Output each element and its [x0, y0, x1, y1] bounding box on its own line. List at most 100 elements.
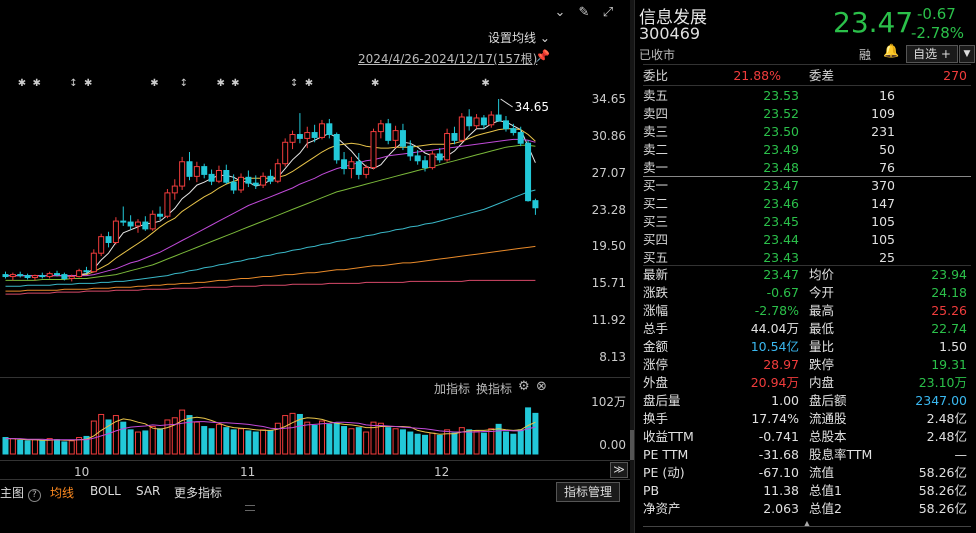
level-volume: 105 — [871, 232, 895, 247]
high-annotation-arrow — [500, 98, 513, 108]
level-volume: 76 — [879, 160, 895, 175]
candlestick-chart[interactable]: 34.65 ✱ ✱ ↕ ✱ ✱ ↕ ✱ ✱ ↕ ✱ ✱ ✱ — [0, 70, 560, 360]
stat-value: 22.74 — [931, 321, 967, 336]
bid-level-row[interactable]: 买二 23.46 147 — [643, 195, 971, 213]
ask-level-row[interactable]: 卖四 23.52 109 — [643, 105, 971, 123]
candle-body — [171, 185, 178, 194]
divider — [643, 85, 971, 86]
bell-icon[interactable]: 🔔 — [883, 44, 899, 59]
stat-value: -0.741 — [758, 429, 799, 444]
event-marker: ↕ — [69, 78, 77, 89]
moving-average-line — [5, 144, 536, 281]
bid-level-row[interactable]: 买三 23.45 105 — [643, 213, 971, 231]
date-range-label[interactable]: 2024/4/26-2024/12/17(157根) — [358, 50, 537, 67]
candle-body — [525, 142, 532, 202]
level-price: 23.45 — [763, 214, 799, 229]
level-label: 卖三 — [643, 124, 669, 139]
event-marker: ✱ — [84, 78, 92, 89]
candle-body — [215, 170, 222, 182]
volume-bar — [46, 438, 53, 455]
add-indicator-button[interactable]: 加指标 — [434, 380, 470, 397]
event-marker: ✱ — [18, 78, 26, 89]
ma-settings-button[interactable]: 设置均线 ⌄ — [488, 29, 550, 46]
stat-label: 盘后量 — [643, 393, 681, 408]
ask-level-row[interactable]: 卖五 23.53 16 — [643, 87, 971, 105]
ask-level-row[interactable]: 卖一 23.48 76 — [643, 159, 971, 177]
stat-value: 17.74% — [751, 411, 799, 426]
volume-bar — [289, 412, 296, 455]
volume-bar — [318, 420, 325, 455]
volume-bar — [348, 428, 355, 455]
change-indicator-button[interactable]: 换指标 — [476, 380, 512, 397]
tab-boll[interactable]: BOLL — [90, 484, 121, 498]
stat-value: 2.063 — [763, 501, 799, 516]
pen-icon[interactable]: ✎ — [576, 5, 592, 21]
candle-body — [90, 252, 97, 273]
gear-icon[interactable]: ⚙ — [518, 379, 530, 394]
level-volume: 105 — [871, 214, 895, 229]
tab-ma[interactable]: 均线 — [50, 484, 74, 501]
volume-bar — [399, 429, 406, 455]
stat-value: 1.50 — [939, 339, 967, 354]
market-status: 已收市 — [639, 48, 676, 62]
expand-icon[interactable]: ⤢ — [600, 5, 616, 21]
stat-value: 23.47 — [763, 267, 799, 282]
tab-main[interactable]: 主图 ? — [0, 484, 41, 502]
volume-bar — [510, 433, 517, 455]
divider — [0, 377, 630, 378]
candle-body — [157, 213, 164, 217]
stat-row: PB 11.38 总值1 58.26亿 — [643, 482, 971, 500]
volume-bar — [179, 409, 186, 455]
volume-bar — [39, 440, 46, 455]
volume-bar — [363, 431, 370, 455]
ask-level-row[interactable]: 卖三 23.50 231 — [643, 123, 971, 141]
level-label: 卖四 — [643, 106, 669, 121]
level-volume: 370 — [871, 178, 895, 193]
stat-label: 流值 — [809, 465, 835, 480]
resize-handle[interactable] — [245, 505, 255, 511]
stat-row: 收益TTM -0.741 总股本 2.48亿 — [643, 428, 971, 446]
help-icon: ? — [27, 489, 41, 502]
candle-body — [414, 155, 421, 162]
stat-value: 19.31 — [931, 357, 967, 372]
volume-bar — [488, 428, 495, 455]
level-volume: 16 — [879, 88, 895, 103]
volume-chart[interactable] — [0, 398, 560, 456]
chevron-down-circle-icon[interactable]: ⌄ — [552, 5, 568, 21]
level-volume: 231 — [871, 124, 895, 139]
volume-bar — [385, 427, 392, 455]
pin-icon[interactable]: 📌 — [535, 49, 550, 63]
candle-body — [318, 123, 325, 138]
tab-sar[interactable]: SAR — [136, 484, 160, 498]
indicator-manage-button[interactable]: 指标管理 — [556, 482, 620, 502]
volume-bar — [120, 421, 127, 455]
level-label: 买四 — [643, 232, 669, 247]
tab-more-indicators[interactable]: 更多指标 — [174, 484, 222, 501]
close-icon[interactable]: ⊗ — [536, 379, 547, 394]
ask-level-row[interactable]: 卖二 23.49 50 — [643, 141, 971, 159]
candle-body — [83, 270, 90, 273]
candle-body — [385, 123, 392, 141]
stat-label: 涨幅 — [643, 303, 669, 318]
candle-body — [304, 132, 311, 139]
price-axis-label: 30.86 — [591, 128, 626, 143]
candle-body — [436, 153, 443, 161]
level-price: 23.46 — [763, 196, 799, 211]
stat-label: 均价 — [809, 267, 835, 282]
candle-body — [377, 123, 384, 133]
stock-code: 300469 — [639, 24, 701, 43]
volume-bar — [451, 432, 458, 455]
candle-body — [17, 274, 24, 277]
chevron-down-icon[interactable]: ▼ — [959, 45, 975, 63]
volume-bar — [98, 413, 105, 455]
bid-level-row[interactable]: 买一 23.47 370 — [643, 177, 971, 195]
bid-level-row[interactable]: 买四 23.44 105 — [643, 231, 971, 249]
volume-bar — [436, 434, 443, 455]
watchlist-button[interactable]: 自选 + — [906, 45, 958, 63]
candle-body — [9, 274, 16, 278]
scroll-right-button[interactable]: ≫ — [610, 462, 628, 478]
price-axis-label: 23.28 — [591, 202, 626, 217]
volume-bar — [341, 426, 348, 455]
stat-label: 涨停 — [643, 357, 669, 372]
candle-body — [429, 153, 436, 169]
